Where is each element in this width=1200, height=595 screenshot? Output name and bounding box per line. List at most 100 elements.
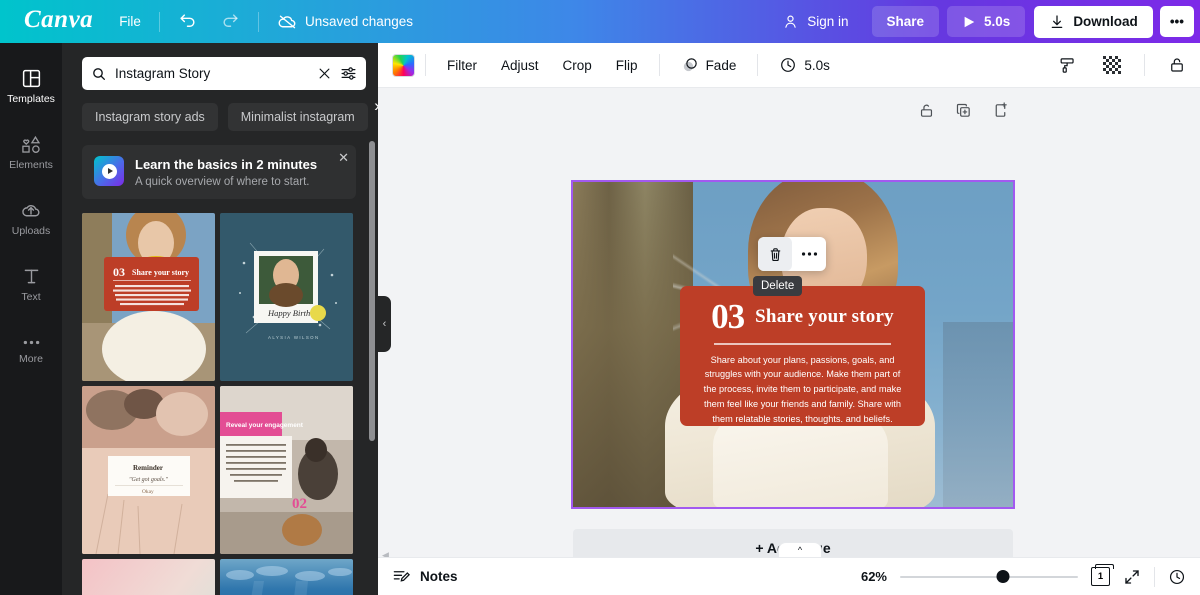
sidebar-item-more[interactable]: More — [0, 317, 62, 383]
overflow-menu-button[interactable]: ••• — [1159, 6, 1194, 37]
user-icon — [782, 13, 799, 30]
fullscreen-button[interactable] — [1123, 568, 1141, 586]
help-button[interactable] — [1168, 568, 1186, 586]
canvas-area[interactable]: 03 Share your story Share about your pla… — [378, 88, 1200, 567]
promo-thumbnail — [94, 156, 124, 186]
sidebar-item-label: More — [19, 352, 43, 365]
divider — [257, 11, 259, 32]
elements-icon — [20, 134, 43, 155]
more-icon — [21, 336, 42, 349]
fade-label: Fade — [705, 57, 737, 73]
sign-in-label: Sign in — [807, 14, 849, 29]
color-swatch-button[interactable] — [392, 53, 415, 77]
save-status[interactable]: Unsaved changes — [265, 4, 425, 39]
delete-tooltip: Delete — [753, 276, 803, 296]
panel-scrollbar[interactable] — [369, 141, 375, 441]
search-input[interactable]: Instagram Story — [82, 57, 366, 90]
trash-icon — [767, 246, 784, 263]
sidebar-item-elements[interactable]: Elements — [0, 119, 62, 185]
notes-button[interactable]: Notes — [392, 567, 458, 586]
filter-sliders-icon[interactable] — [340, 65, 357, 82]
notes-pencil-icon — [392, 567, 411, 586]
template-thumbnail[interactable]: Reveal your engagement 02 — [220, 385, 353, 554]
chevron-right-icon[interactable]: › — [366, 96, 378, 116]
flip-button[interactable]: Flip — [605, 51, 649, 80]
photo-trees-right — [943, 322, 1013, 507]
crop-button[interactable]: Crop — [552, 51, 603, 80]
design-text-card[interactable]: 03 Share your story Share about your pla… — [680, 286, 925, 426]
template-thumbnail[interactable]: Reminder TAKE A DEEP BREATH — [220, 558, 353, 595]
ellipsis-icon — [801, 251, 818, 257]
svg-text:ALYSIA WILSON: ALYSIA WILSON — [268, 335, 320, 340]
design-page-wrapper: 03 Share your story Share about your pla… — [571, 180, 1015, 509]
promo-card[interactable]: Learn the basics in 2 minutes A quick ov… — [82, 145, 356, 199]
search-icon — [91, 66, 107, 82]
zoom-slider[interactable] — [900, 570, 1078, 584]
share-button[interactable]: Share — [871, 6, 940, 37]
save-status-label: Unsaved changes — [304, 14, 414, 29]
template-thumbnail[interactable]: Reminder DON'T FORGET TO TAKE CARE OF YO… — [82, 558, 215, 595]
paint-roller-button[interactable] — [1047, 49, 1088, 82]
svg-text:Okay: Okay — [142, 489, 154, 495]
chevron-left-icon: ‹ — [382, 318, 387, 330]
uploads-icon — [20, 200, 42, 221]
chip-minimalist-instagram[interactable]: Minimalist instagram — [227, 103, 368, 131]
zoom-controls: 62% 1 — [853, 564, 1186, 587]
slider-knob[interactable] — [996, 570, 1010, 583]
notes-collapse-tab[interactable]: ^ — [778, 542, 822, 557]
design-page[interactable]: 03 Share your story Share about your pla… — [571, 180, 1015, 509]
adjust-button[interactable]: Adjust — [490, 51, 550, 80]
sidebar-item-label: Templates — [7, 92, 55, 105]
redo-button[interactable] — [209, 5, 252, 38]
template-grid: 03 Share your story Happy Birthday ALYSI… — [62, 199, 378, 595]
divider — [425, 54, 426, 76]
svg-text:02: 02 — [292, 496, 307, 512]
more-options-button[interactable] — [792, 237, 826, 271]
play-duration-label: 5.0s — [984, 14, 1011, 29]
template-thumbnail[interactable]: 03 Share your story — [82, 212, 215, 381]
add-page-icon[interactable] — [992, 102, 1009, 119]
sidebar-item-uploads[interactable]: Uploads — [0, 185, 62, 251]
fade-button[interactable]: Fade — [670, 49, 748, 81]
undo-icon — [178, 12, 197, 31]
lock-icon[interactable] — [918, 102, 935, 119]
transparency-button[interactable] — [1092, 49, 1132, 81]
sidebar-item-label: Text — [21, 290, 41, 303]
canva-logo[interactable]: Canva — [6, 6, 107, 37]
promo-title: Learn the basics in 2 minutes — [135, 157, 318, 172]
duration-button[interactable]: 5.0s — [768, 49, 841, 81]
redo-icon — [221, 12, 240, 31]
template-thumbnail[interactable]: Reminder "Get got goals." Okay — [82, 385, 215, 554]
template-thumbnail[interactable]: Happy Birthday ALYSIA WILSON — [220, 212, 353, 381]
element-floating-toolbar — [758, 237, 826, 271]
page-count-button[interactable]: 1 — [1091, 564, 1114, 586]
search-value: Instagram Story — [115, 66, 211, 81]
toolbar-right-group — [1047, 49, 1186, 82]
delete-button[interactable] — [758, 237, 792, 271]
fade-circles-icon — [681, 56, 699, 74]
panel-collapse-handle[interactable]: ‹ — [378, 296, 391, 352]
lock-button[interactable] — [1157, 49, 1186, 81]
sidebar-item-templates[interactable]: Templates — [0, 53, 62, 119]
card-body: Share about your plans, passions, goals,… — [703, 354, 902, 425]
paint-roller-icon — [1058, 56, 1077, 75]
close-icon[interactable]: ✕ — [338, 150, 349, 166]
promo-subtitle: A quick overview of where to start. — [135, 175, 310, 188]
transparency-icon — [1103, 56, 1121, 74]
download-label: Download — [1073, 14, 1138, 29]
search-area: Instagram Story — [62, 43, 378, 90]
share-label: Share — [886, 14, 925, 29]
cloud-slash-icon — [277, 11, 298, 32]
sign-in-button[interactable]: Sign in — [767, 5, 863, 38]
chip-instagram-story-ads[interactable]: Instagram story ads — [82, 103, 218, 131]
file-menu[interactable]: File — [107, 7, 153, 36]
download-button[interactable]: Download — [1034, 5, 1153, 38]
undo-button[interactable] — [166, 5, 209, 38]
duplicate-page-icon[interactable] — [955, 102, 972, 119]
sidebar-item-label: Uploads — [11, 224, 51, 237]
filter-button[interactable]: Filter — [436, 51, 488, 80]
clear-search-icon[interactable] — [317, 66, 332, 81]
play-preview-button[interactable]: 5.0s — [947, 6, 1026, 37]
sidebar-item-text[interactable]: Text — [0, 251, 62, 317]
svg-text:Reminder: Reminder — [133, 464, 163, 472]
